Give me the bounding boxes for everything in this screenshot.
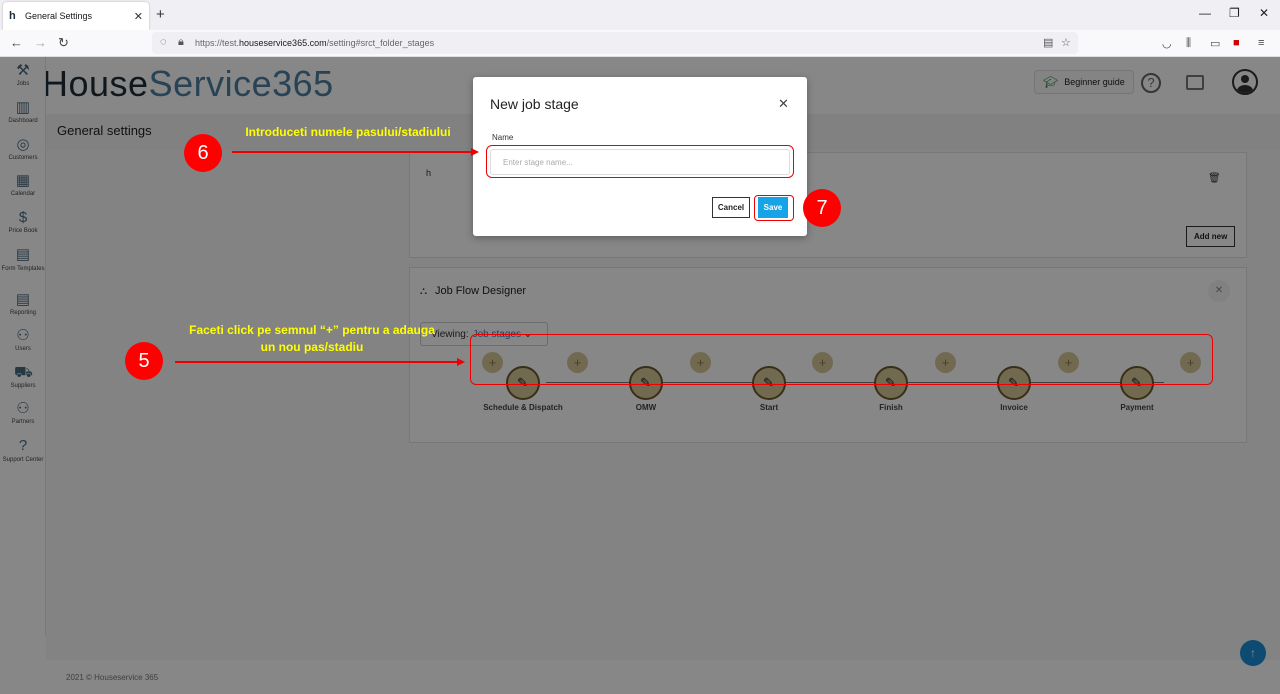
restore-icon[interactable]: ❐ xyxy=(1229,6,1240,20)
sidebar-toggle-icon[interactable]: ▭ xyxy=(1210,37,1220,50)
annotation-badge-7: 7 xyxy=(803,189,841,227)
url-bar[interactable]: ◌ 🔒︎ https://test.houseservice365.com/se… xyxy=(152,32,1078,54)
browser-tabbar: h General Settings ✕ + — ❐ ✕ xyxy=(0,0,1280,30)
annotation-highlight-plus-row xyxy=(470,334,1213,385)
bookmark-star-icon[interactable]: ☆ xyxy=(1061,36,1071,49)
houseservice-favicon-icon: h xyxy=(9,10,16,22)
new-tab-button[interactable]: + xyxy=(156,6,165,23)
tab-close-icon[interactable]: ✕ xyxy=(134,10,143,23)
forward-icon[interactable]: → xyxy=(34,35,47,50)
modal-title: New job stage xyxy=(490,96,579,112)
annotation-note-6: Introduceti numele pasului/stadiului xyxy=(245,125,451,139)
annotation-highlight-save xyxy=(754,195,794,221)
annotation-arrowhead-6 xyxy=(471,148,479,156)
annotation-highlight-input xyxy=(486,145,794,178)
cancel-button[interactable]: Cancel xyxy=(712,197,750,218)
shield-icon[interactable]: ◌ xyxy=(160,36,167,48)
annotation-arrow-5 xyxy=(175,361,458,363)
lock-icon[interactable]: 🔒︎ xyxy=(178,36,184,49)
url-text[interactable]: https://test.houseservice365.com/setting… xyxy=(195,38,434,48)
library-icon[interactable]: ⫼ xyxy=(1186,37,1191,50)
annotation-badge-5: 5 xyxy=(125,342,163,380)
reload-icon[interactable]: ↻ xyxy=(58,35,69,51)
annotation-arrow-6 xyxy=(232,151,472,153)
annotation-note-5: Faceti click pe semnul “+” pentru a adau… xyxy=(189,323,435,354)
pocket-icon[interactable]: ◡ xyxy=(1162,37,1172,50)
close-icon[interactable]: ✕ xyxy=(778,96,789,112)
menu-icon[interactable]: ≡ xyxy=(1258,37,1264,49)
annotation-badge-6: 6 xyxy=(184,134,222,172)
name-field-label: Name xyxy=(492,133,514,142)
browser-navbar: ← → ↻ ◌ 🔒︎ https://test.houseservice365.… xyxy=(0,30,1280,57)
tab-title: General Settings xyxy=(25,11,93,21)
back-icon[interactable]: ← xyxy=(10,35,23,50)
annotation-arrowhead-5 xyxy=(457,358,465,366)
reader-view-icon[interactable]: ▤ xyxy=(1043,36,1053,49)
extension-icon[interactable]: ■ xyxy=(1233,37,1240,49)
minimize-icon[interactable]: — xyxy=(1199,6,1211,20)
close-window-icon[interactable]: ✕ xyxy=(1259,6,1269,20)
browser-tab[interactable]: h General Settings ✕ xyxy=(3,2,149,30)
